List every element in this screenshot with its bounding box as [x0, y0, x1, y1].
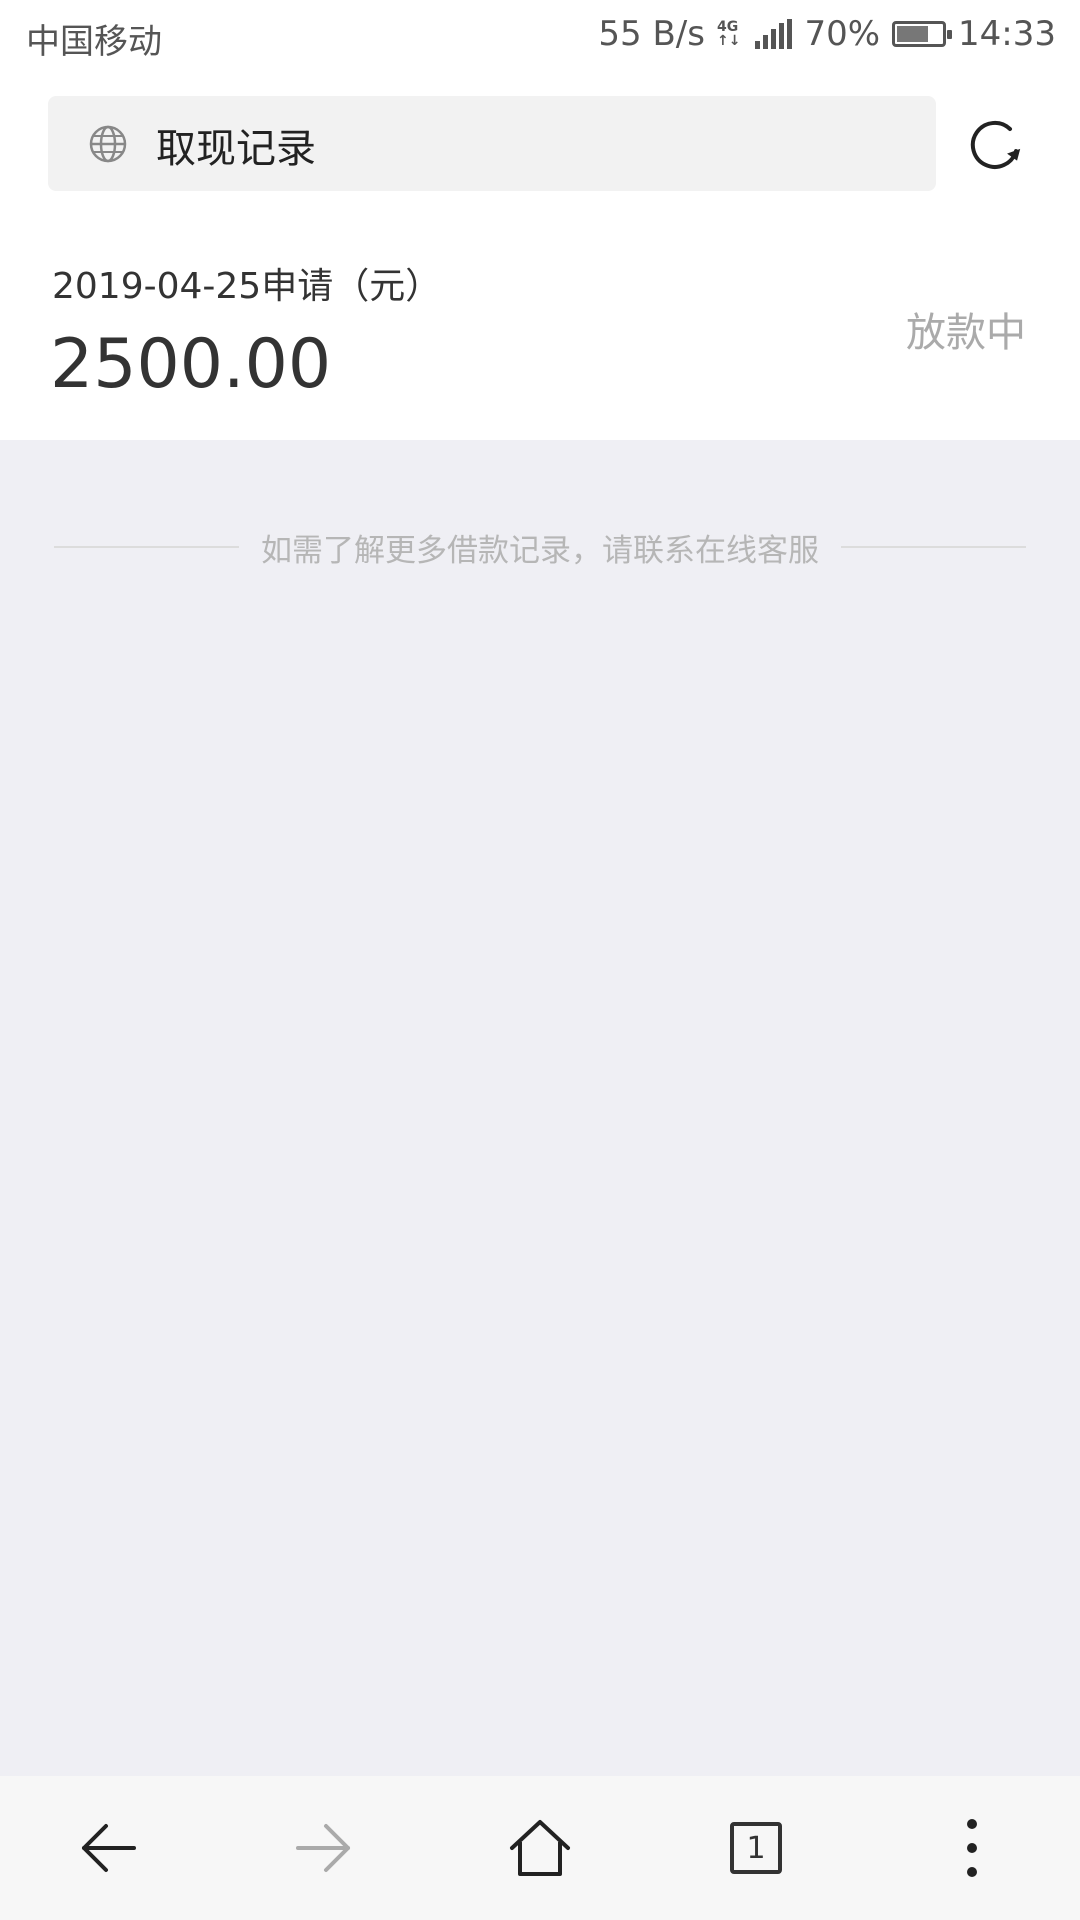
address-area: 取现记录: [0, 75, 1080, 215]
browser-bottom-nav: 1: [0, 1776, 1080, 1920]
battery-fill: [897, 26, 929, 42]
arrow-right-icon: [296, 1824, 350, 1872]
home-button[interactable]: [490, 1798, 590, 1898]
network-type-label: 4G: [716, 19, 739, 35]
menu-button[interactable]: [922, 1798, 1022, 1898]
refresh-button[interactable]: [966, 115, 1026, 175]
divider-left: [54, 546, 239, 548]
record-status: 放款中: [906, 310, 1026, 356]
home-icon: [510, 1820, 570, 1876]
signal-icon: [752, 19, 793, 49]
record-amount: 2500.00: [50, 325, 332, 404]
refresh-icon: [970, 121, 1021, 169]
tab-count-icon: 1: [730, 1822, 782, 1874]
address-bar[interactable]: 取现记录: [48, 96, 936, 191]
status-bar: 中国移动 55 B/s 4G ↑↓ 70% 14:33: [0, 0, 1080, 75]
tab-count: 1: [746, 1830, 766, 1866]
status-bar-right: 55 B/s 4G ↑↓ 70% 14:33: [586, 14, 1056, 54]
network-activity-arrows: ↑↓: [716, 33, 741, 49]
more-vertical-icon: [967, 1819, 977, 1877]
more-records-notice: 如需了解更多借款记录，请联系在线客服: [54, 522, 1026, 572]
battery-icon: [892, 21, 953, 47]
clock: 14:33: [958, 14, 1056, 54]
notice-text: 如需了解更多借款记录，请联系在线客服: [261, 532, 819, 569]
net-speed: 55 B/s: [598, 14, 705, 54]
page-title: 取现记录: [156, 126, 316, 172]
tabs-button[interactable]: 1: [706, 1798, 806, 1898]
arrow-left-icon: [82, 1824, 136, 1872]
globe-icon: [88, 124, 128, 168]
screen: 中国移动 55 B/s 4G ↑↓ 70% 14:33 取现记录 2019-04…: [0, 0, 1080, 1920]
record-date: 2019-04-25申请（元）: [52, 266, 442, 307]
battery-percent: 70%: [804, 14, 881, 54]
carrier-name: 中国移动: [26, 22, 162, 62]
withdrawal-record[interactable]: 2019-04-25申请（元） 2500.00 放款中: [0, 215, 1080, 440]
back-button[interactable]: [58, 1798, 158, 1898]
network-type: 4G ↑↓: [717, 20, 740, 48]
forward-button[interactable]: [274, 1798, 374, 1898]
divider-right: [841, 546, 1026, 548]
